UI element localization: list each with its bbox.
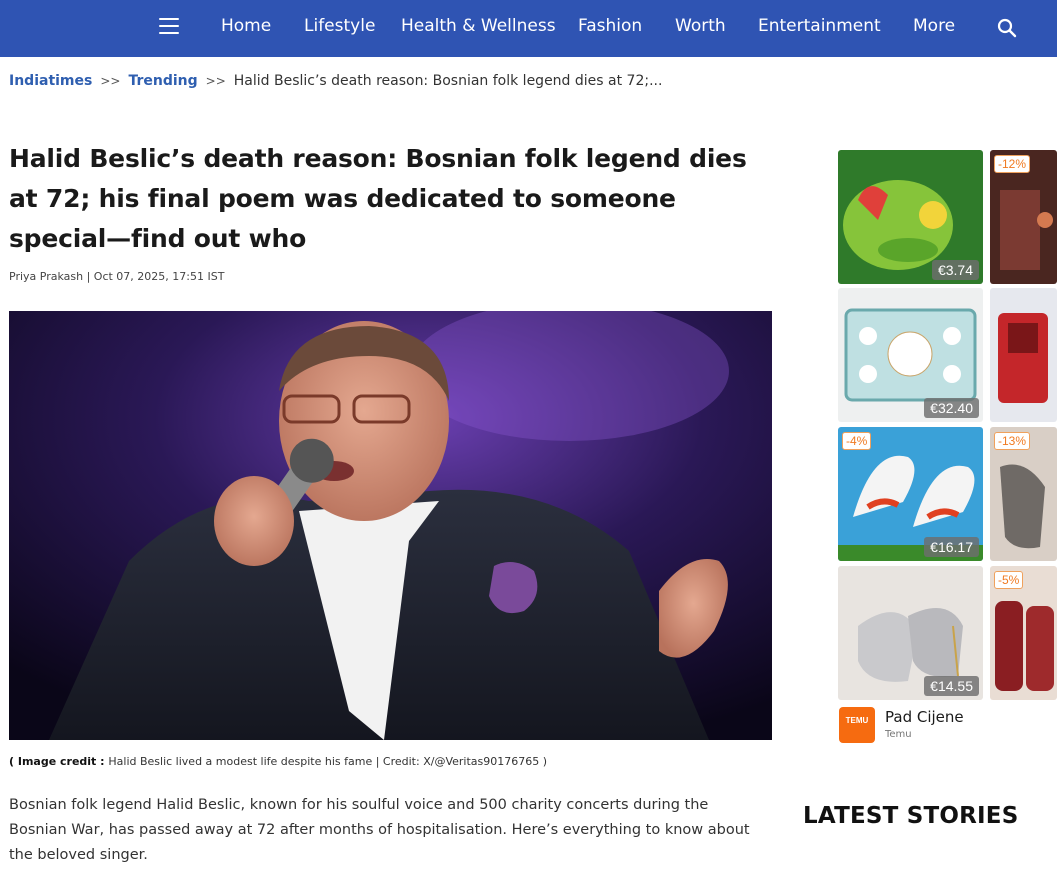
hamburger-icon[interactable] (159, 18, 179, 34)
article-lede: Bosnian folk legend Halid Beslic, known … (9, 797, 750, 863)
temu-logo[interactable]: TEMU (839, 707, 875, 743)
ad-product-tile[interactable]: €3.74 (838, 150, 983, 284)
caption-text: Halid Beslic lived a modest life despite… (108, 755, 548, 768)
product-discount-badge: -12% (994, 155, 1031, 173)
breadcrumb-separator: >> (100, 74, 121, 88)
product-price: €16.17 (924, 537, 979, 557)
nav-lifestyle[interactable]: Lifestyle (304, 16, 375, 36)
breadcrumb-home-link[interactable]: Indiatimes (9, 73, 92, 89)
latest-stories-heading: LATEST STORIES (803, 803, 1019, 829)
top-navigation: Home Lifestyle Health & Wellness Fashion… (0, 0, 1057, 57)
product-price: €14.55 (924, 676, 979, 696)
ad-product-tile[interactable]: -5% (990, 566, 1057, 700)
article-byline: Priya Prakash | Oct 07, 2025, 17:51 IST (9, 270, 225, 283)
ad-product-tile[interactable]: €14.55 (838, 566, 983, 700)
ad-product-tile[interactable]: -12% (990, 150, 1057, 284)
nav-health-wellness[interactable]: Health & Wellness (401, 16, 556, 36)
nav-more[interactable]: More (913, 16, 955, 36)
product-discount-badge: -4% (842, 432, 872, 450)
breadcrumb-current: Halid Beslic’s death reason: Bosnian fol… (233, 73, 663, 89)
product-price: €3.74 (931, 260, 979, 280)
nav-worth[interactable]: Worth (675, 16, 726, 36)
breadcrumb-separator: >> (205, 74, 226, 88)
ad-product-tile[interactable]: €32.40 (838, 288, 983, 422)
ad-advertiser: Temu (885, 729, 912, 740)
ad-product-grid: €3.74 -12% €32.40 -4% €16.17 -13% €14.55… (836, 148, 1057, 748)
article-headline: Halid Beslic’s death reason: Bosnian fol… (9, 144, 747, 253)
ad-product-tile[interactable]: -4% €16.17 (838, 427, 983, 561)
breadcrumb-section-link[interactable]: Trending (128, 73, 197, 89)
product-price: €32.40 (924, 398, 979, 418)
nav-entertainment[interactable]: Entertainment (758, 16, 881, 36)
product-discount-badge: -13% (994, 432, 1031, 450)
search-icon[interactable] (996, 17, 1018, 39)
ad-product-tile[interactable] (990, 288, 1057, 422)
ad-title[interactable]: Pad Cijene (885, 708, 964, 726)
caption-label: ( Image credit : (9, 755, 109, 768)
product-discount-badge: -5% (994, 571, 1024, 589)
breadcrumb: Indiatimes >> Trending >> Halid Beslic’s dea… (9, 73, 662, 89)
nav-fashion[interactable]: Fashion (578, 16, 642, 36)
nav-home[interactable]: Home (221, 16, 271, 36)
ad-product-tile[interactable]: -13% (990, 427, 1057, 561)
image-caption: ( Image credit : Halid Beslic lived a mo… (9, 755, 547, 768)
hero-image (9, 311, 772, 740)
